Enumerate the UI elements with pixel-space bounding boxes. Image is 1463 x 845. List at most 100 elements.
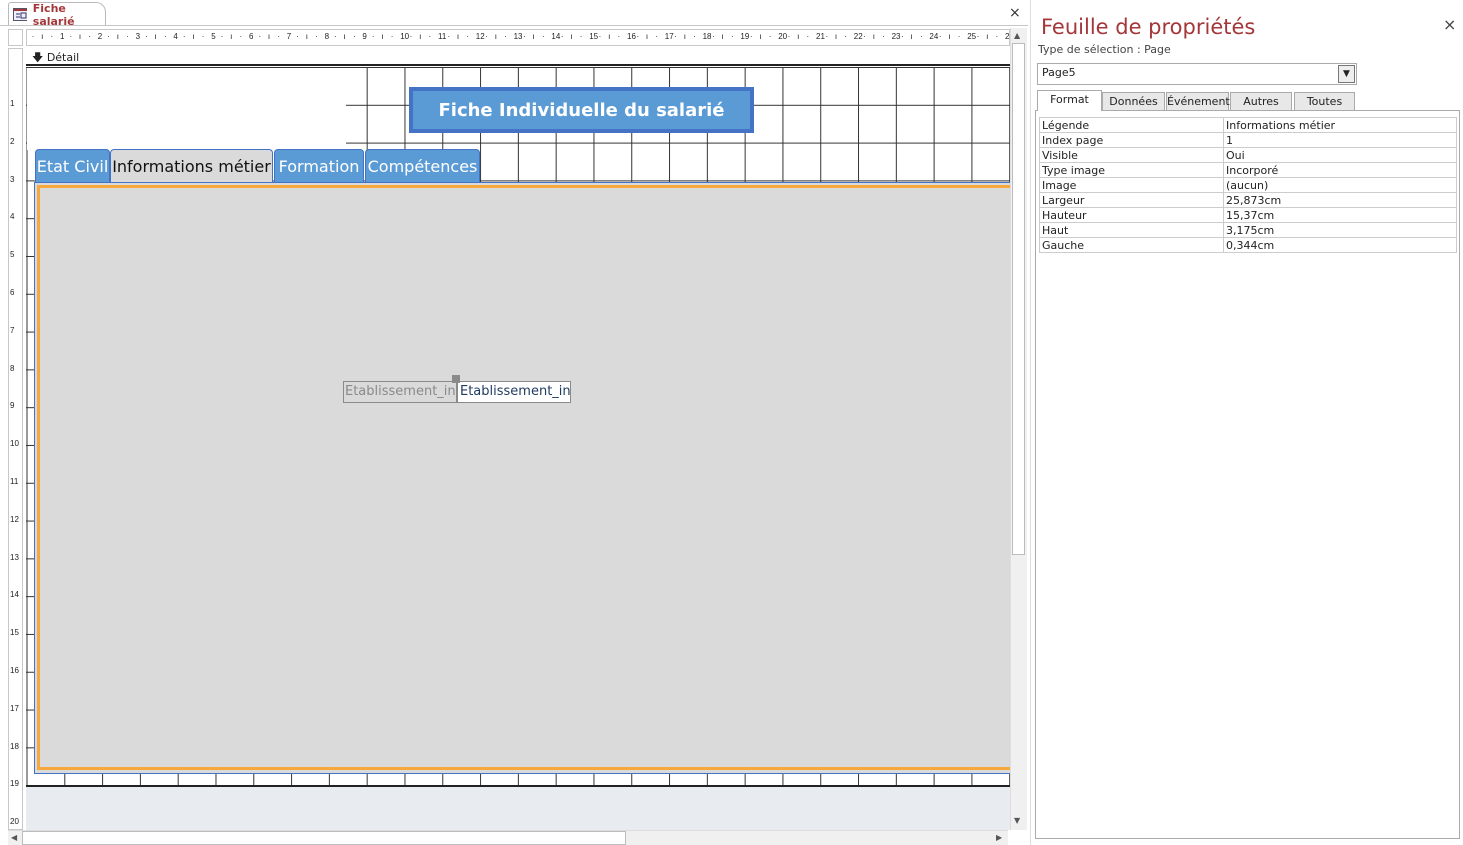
- property-row[interactable]: Largeur 25,873cm: [1039, 192, 1457, 208]
- ruler-tick: ·: [447, 32, 451, 41]
- property-value[interactable]: Informations métier: [1223, 117, 1457, 133]
- ruler-number: 20: [778, 32, 788, 41]
- tab-page[interactable]: [34, 182, 1010, 774]
- move-handle[interactable]: [452, 375, 460, 383]
- ruler-number: 14: [551, 32, 561, 41]
- title-button[interactable]: Fiche Individuelle du salarié: [409, 87, 754, 133]
- property-value[interactable]: 1: [1223, 132, 1457, 148]
- tab-competences[interactable]: Compétences: [365, 149, 480, 182]
- scroll-left-icon[interactable]: ◀: [11, 833, 17, 842]
- ruler-tick: ·: [617, 32, 621, 41]
- property-value[interactable]: 25,873cm: [1223, 192, 1457, 208]
- scroll-down-icon[interactable]: ▼: [1014, 816, 1020, 825]
- ruler-tick: ·: [863, 32, 866, 41]
- ruler-tick: ·: [712, 32, 715, 41]
- property-row[interactable]: Haut 3,175cm: [1039, 222, 1457, 238]
- ruler-tick: ·: [674, 32, 677, 41]
- property-table: Légende Informations métier Index page 1 Vis…: [1039, 117, 1457, 253]
- vertical-ruler[interactable]: 1 2 3 4 5 6 7 8 9 10 11 12 13 14 15 16 17 18 19 20: [8, 48, 23, 830]
- tab-autres[interactable]: Autres: [1230, 92, 1292, 111]
- scroll-right-icon[interactable]: ▶: [996, 833, 1002, 842]
- tab-evenement[interactable]: Événement: [1166, 92, 1230, 111]
- ruler-tick: ·: [598, 32, 602, 41]
- tab-format[interactable]: Format: [1037, 90, 1102, 111]
- selection-border-bottom: [38, 767, 1010, 770]
- ruler-number: 1: [10, 99, 15, 108]
- ruler-number: 6: [249, 32, 254, 41]
- ruler-tick: ı: [494, 32, 497, 41]
- ruler-tick: ·: [957, 32, 961, 41]
- detail-section-bar[interactable]: 🡇 Détail: [26, 50, 1010, 66]
- ruler-number: 7: [10, 325, 15, 335]
- selection-type: Type de sélection : Page: [1038, 43, 1171, 56]
- tab-toutes[interactable]: Toutes: [1294, 92, 1355, 111]
- ruler-number: 2: [97, 32, 103, 41]
- property-sheet-title: Feuille de propriétés: [1041, 15, 1256, 39]
- ruler-tick: ·: [390, 32, 394, 41]
- ruler-tick: ·: [126, 32, 129, 41]
- ruler-tick: ·: [749, 32, 753, 41]
- ruler-tick: ı: [608, 32, 611, 41]
- property-row[interactable]: Type image Incorporé: [1039, 162, 1457, 178]
- etablissement-textbox[interactable]: Etablissement_inf: [457, 381, 571, 403]
- property-row[interactable]: Visible Oui: [1039, 147, 1457, 163]
- ruler-number: 20: [10, 817, 19, 827]
- property-value[interactable]: Incorporé: [1223, 162, 1457, 178]
- document-tab[interactable]: Fiche salarié: [8, 2, 106, 28]
- ruler-tick: ı: [343, 32, 346, 41]
- property-value[interactable]: Oui: [1223, 147, 1457, 163]
- object-selector[interactable]: Page5: [1037, 63, 1357, 85]
- ruler-number: 25: [967, 32, 977, 41]
- ruler-tick: ı: [872, 32, 875, 41]
- ruler-tick: ·: [258, 32, 262, 41]
- ruler-number: 19: [740, 32, 750, 41]
- ruler-number: 2: [10, 136, 15, 146]
- ruler-tick: ı: [570, 32, 573, 41]
- ruler-tick: ı: [834, 32, 838, 41]
- close-document-icon[interactable]: ×: [1009, 5, 1021, 21]
- tab-informations-metier[interactable]: Informations métier: [110, 149, 273, 182]
- ruler-tick: ·: [523, 32, 526, 41]
- scroll-up-icon[interactable]: ▲: [1014, 31, 1020, 40]
- ruler-tick: ı: [910, 32, 913, 41]
- chevron-down-icon[interactable]: ▼: [1338, 65, 1355, 83]
- property-row[interactable]: Hauteur 15,37cm: [1039, 207, 1457, 223]
- property-row[interactable]: Légende Informations métier: [1039, 117, 1457, 133]
- property-name: Haut: [1039, 222, 1224, 238]
- property-name: Légende: [1039, 117, 1224, 133]
- etablissement-label[interactable]: Etablissement_inf: [343, 381, 457, 403]
- tab-donnees[interactable]: Données: [1102, 92, 1165, 111]
- ruler-tick: ı: [532, 32, 535, 41]
- tab-formation[interactable]: Formation: [274, 149, 364, 182]
- vertical-scroll-thumb[interactable]: [1012, 43, 1025, 555]
- ruler-tick: ·: [88, 32, 92, 41]
- form-selector[interactable]: [8, 29, 23, 46]
- ruler-tick: ı: [116, 32, 119, 41]
- property-row[interactable]: Gauche 0,344cm: [1039, 237, 1457, 253]
- horizontal-scroll-thumb[interactable]: [22, 831, 626, 845]
- property-name: Index page: [1039, 132, 1224, 148]
- property-row[interactable]: Image (aucun): [1039, 177, 1457, 193]
- ruler-tick: ·: [201, 32, 205, 41]
- ruler-number: 7: [286, 32, 292, 41]
- property-value[interactable]: (aucun): [1223, 177, 1457, 193]
- ruler-tick: ·: [466, 32, 470, 41]
- ruler-number: 8: [10, 363, 15, 373]
- ruler-tick: ·: [239, 32, 243, 41]
- ruler-number: 18: [702, 32, 712, 41]
- property-value[interactable]: 0,344cm: [1223, 237, 1457, 253]
- ruler-tick: ı: [759, 32, 762, 41]
- ruler-tick: ı: [305, 32, 308, 41]
- tab-etat-civil[interactable]: Etat Civil: [35, 149, 110, 182]
- ruler-number: 14: [10, 590, 19, 600]
- property-row[interactable]: Index page 1: [1039, 132, 1457, 148]
- ruler-tick: ·: [145, 32, 148, 41]
- horizontal-ruler[interactable]: 1 · ı · 2 · ı · 3 · ı · 4 · ı · 5 · ı · 6 · ı · 7 · ı · 8 · ı · 9 · ı · 10 · ı…: [26, 29, 1010, 46]
- ruler-number: 22: [853, 32, 863, 41]
- property-value[interactable]: 3,175cm: [1223, 222, 1457, 238]
- property-name: Image: [1039, 177, 1224, 193]
- close-icon[interactable]: ×: [1443, 15, 1456, 34]
- ruler-number: 2: [1005, 32, 1010, 41]
- property-name: Type image: [1039, 162, 1224, 178]
- property-value[interactable]: 15,37cm: [1223, 207, 1457, 223]
